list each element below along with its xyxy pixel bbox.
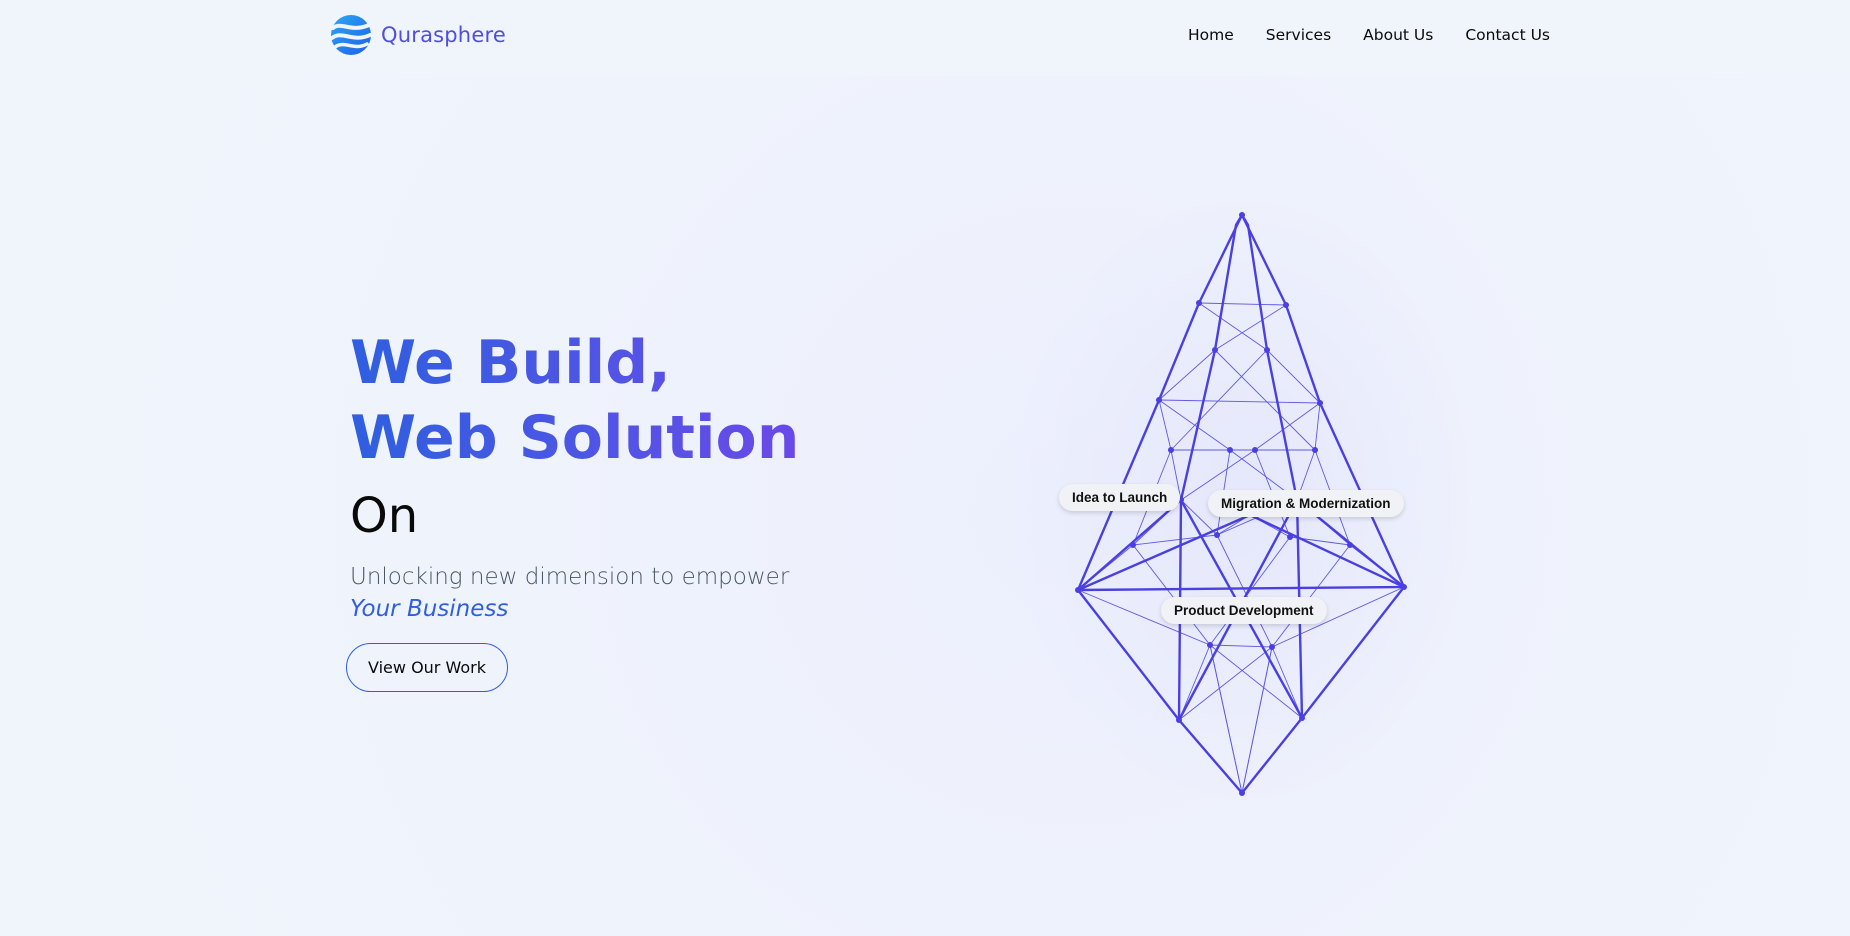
label-migration-modernization: Migration & Modernization <box>1208 490 1404 517</box>
main-nav: Home Services About Us Contact Us <box>1188 26 1550 44</box>
nav-services[interactable]: Services <box>1266 26 1331 44</box>
nav-about-us[interactable]: About Us <box>1363 26 1433 44</box>
hero-title-line-2: Web Solution <box>350 403 800 473</box>
hero-title-line-1: We Build, <box>350 328 671 398</box>
brand-logo[interactable]: Qurasphere <box>329 13 506 57</box>
nav-home[interactable]: Home <box>1188 26 1234 44</box>
wave-globe-icon <box>330 15 372 55</box>
label-product-development: Product Development <box>1161 597 1327 624</box>
view-our-work-button[interactable]: View Our Work <box>346 643 508 692</box>
nav-contact-us[interactable]: Contact Us <box>1465 26 1550 44</box>
site-header: Qurasphere Home Services About Us Contac… <box>0 0 1850 76</box>
hero-title: We Build, Web Solution <box>350 326 799 476</box>
hero-emphasis: Your Business <box>350 596 509 622</box>
brand-name: Qurasphere <box>381 23 506 47</box>
hero-rotating-word: On <box>350 488 419 544</box>
hero-subtitle: Unlocking new dimension to empower <box>350 564 790 590</box>
label-idea-to-launch: Idea to Launch <box>1059 484 1181 511</box>
